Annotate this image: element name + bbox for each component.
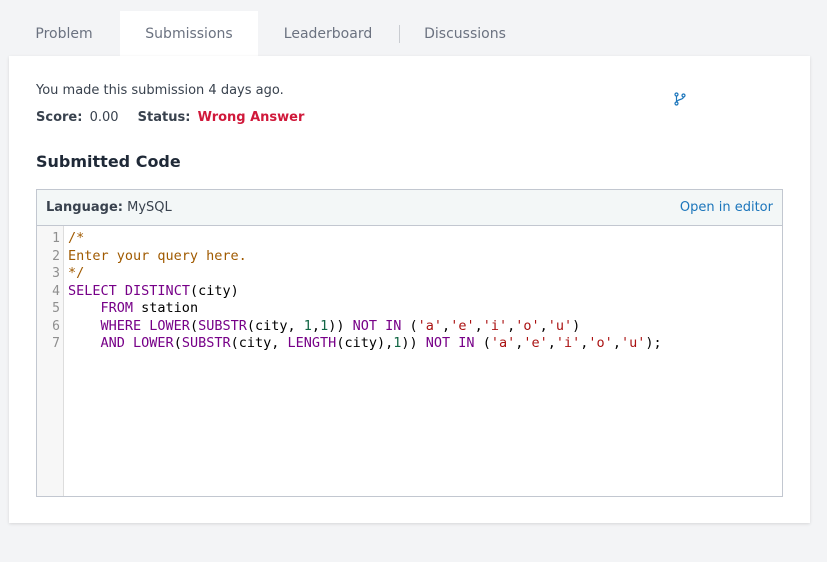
tab-leaderboard[interactable]: Leaderboard xyxy=(270,11,386,56)
code-line: */ xyxy=(68,265,85,281)
section-title: Submitted Code xyxy=(36,152,181,171)
score-label: Score: xyxy=(36,110,83,125)
line-number: 5 xyxy=(52,301,60,316)
line-number: 7 xyxy=(52,336,60,351)
code-content[interactable]: /* Enter your query here. */ SELECT DIST… xyxy=(64,226,782,496)
score-status-line: Score: 0.00 Status: Wrong Answer xyxy=(36,110,304,125)
submission-time-text: You made this submission 4 days ago. xyxy=(36,83,284,98)
line-number: 1 xyxy=(52,231,60,246)
code-viewer: Language: MySQL Open in editor 1 2 3 4 5… xyxy=(36,189,783,497)
line-number: 6 xyxy=(52,318,60,334)
line-number-gutter: 1 2 3 4 5 6 7 xyxy=(37,226,64,496)
code-line: WHERE LOWER(SUBSTR(city, 1,1)) NOT IN ('… xyxy=(100,317,581,334)
code-line: SELECT DISTINCT(city) xyxy=(68,282,239,299)
line-number: 2 xyxy=(52,248,60,264)
git-branch-icon[interactable] xyxy=(673,92,687,106)
code-header: Language: MySQL Open in editor xyxy=(37,190,782,226)
score-value: 0.00 xyxy=(89,110,119,125)
tab-separator xyxy=(399,25,400,43)
language-info: Language: MySQL xyxy=(46,200,172,215)
status-value: Wrong Answer xyxy=(197,110,305,125)
code-line: /* xyxy=(68,230,85,246)
code-line: FROM station xyxy=(100,300,199,316)
tab-problem[interactable]: Problem xyxy=(20,11,108,56)
code-line: Enter your query here. xyxy=(68,247,247,264)
language-value: MySQL xyxy=(127,200,172,215)
tab-discussions[interactable]: Discussions xyxy=(412,11,518,56)
language-label: Language: xyxy=(46,200,123,215)
open-in-editor-link[interactable]: Open in editor xyxy=(680,200,773,215)
tab-submissions[interactable]: Submissions xyxy=(120,11,258,56)
code-line: AND LOWER(SUBSTR(city, LENGTH(city),1)) … xyxy=(100,335,662,351)
tab-bar: Problem Submissions Leaderboard Discussi… xyxy=(0,11,827,56)
line-number: 3 xyxy=(52,266,60,281)
submission-card: You made this submission 4 days ago. Sco… xyxy=(9,56,810,523)
line-number: 4 xyxy=(52,283,60,299)
status-label: Status: xyxy=(137,110,191,125)
